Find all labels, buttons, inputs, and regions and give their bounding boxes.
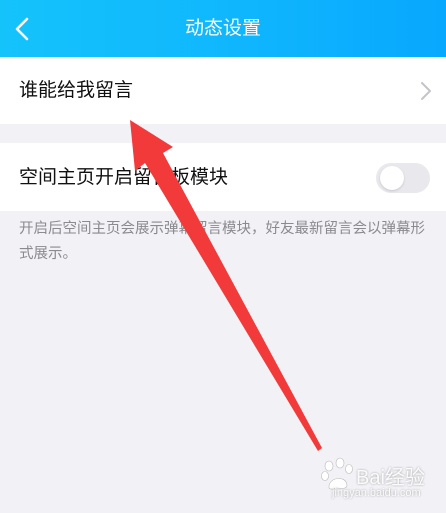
guestbook-module-description: 开启后空间主页会展示弹幕留言模块，好友最新留言会以弹幕形式展示。 <box>19 221 425 262</box>
guestbook-module-toggle[interactable] <box>376 163 430 193</box>
page-title: 动态设置 <box>184 17 261 39</box>
who-can-message-label: 谁能给我留言 <box>19 79 134 101</box>
watermark-url: jingyan.baidu.com <box>332 487 421 499</box>
watermark: Bai经验 jingyan.baidu.com <box>318 455 442 507</box>
watermark-text: Bai经验 <box>356 467 425 489</box>
guestbook-module-label: 空间主页开启留言板模块 <box>19 166 229 188</box>
paw-logo-icon <box>321 457 353 490</box>
who-can-message-row[interactable]: 谁能给我留言 <box>0 57 446 124</box>
chevron-right-icon <box>421 82 431 100</box>
guestbook-module-row: 空间主页开启留言板模块 <box>0 143 446 211</box>
nav-header: 动态设置 <box>0 0 446 57</box>
toggle-knob <box>380 166 404 190</box>
